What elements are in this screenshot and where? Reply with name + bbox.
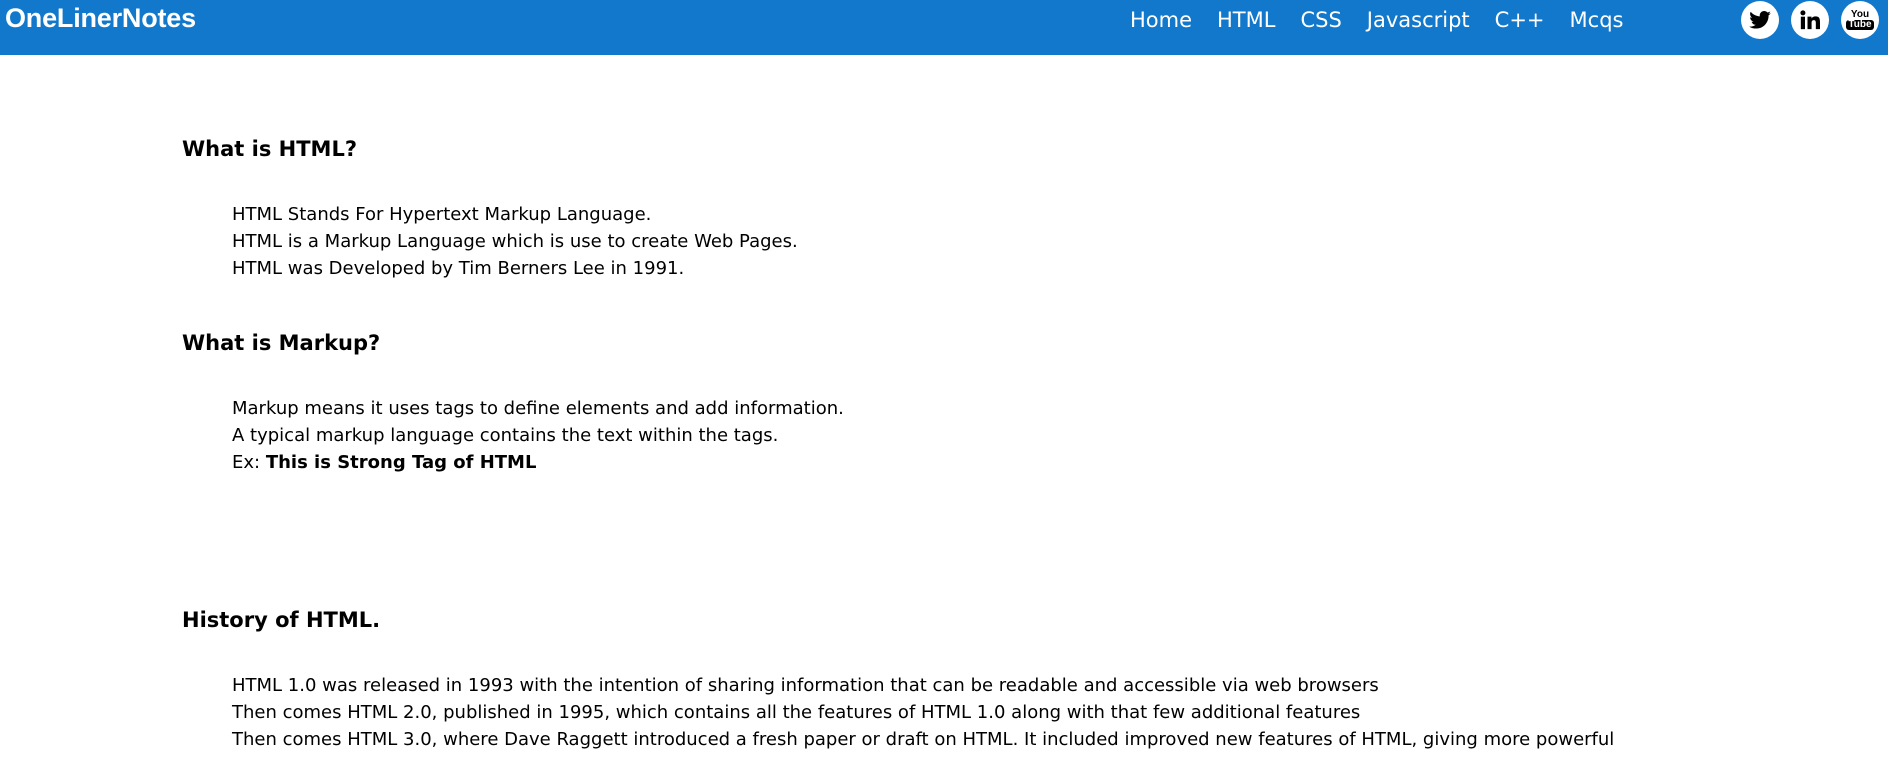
bullet-list: Markup means it uses tags to define elem… (232, 395, 1682, 476)
youtube-button[interactable]: You Tube (1841, 1, 1879, 39)
list-item: HTML is a Markup Language which is use t… (232, 231, 798, 252)
section-title: History of HTML. (182, 608, 381, 632)
list-item: A typical markup language contains the t… (232, 425, 779, 446)
section-what-is-markup: What is Markup? Markup means it uses tag… (182, 325, 1682, 476)
section-what-is-html: What is HTML? HTML Stands For Hypertext … (182, 131, 1682, 282)
list-item: HTML Stands For Hypertext Markup Languag… (232, 204, 652, 225)
list-item: HTML 1.0 was released in 1993 with the i… (232, 675, 1379, 696)
twitter-icon (1749, 11, 1771, 29)
nav-item-html[interactable]: HTML (1217, 0, 1275, 40)
section-history-of-html: History of HTML. HTML 1.0 was released i… (182, 602, 1682, 753)
bullet-list: HTML Stands For Hypertext Markup Languag… (232, 201, 1682, 282)
example-strong-text: This is Strong Tag of HTML (265, 452, 537, 473)
main-content: What is HTML? HTML Stands For Hypertext … (182, 131, 1682, 753)
linkedin-button[interactable] (1791, 1, 1829, 39)
youtube-icon-bottom: Tube (1846, 19, 1874, 30)
list-item: Then comes HTML 2.0, published in 1995, … (232, 702, 1361, 723)
section-title: What is Markup? (182, 331, 381, 355)
list-item: Then comes HTML 3.0, where Dave Raggett … (232, 729, 1615, 750)
twitter-button[interactable] (1741, 1, 1779, 39)
main-nav: Home HTML CSS Javascript C++ Mcqs (1130, 0, 1648, 40)
top-navbar: OneLinerNotes Home HTML CSS Javascript C… (0, 0, 1888, 55)
nav-item-javascript[interactable]: Javascript (1367, 0, 1470, 40)
brand-logo-link[interactable]: OneLinerNotes (5, 1, 196, 35)
nav-item-css[interactable]: CSS (1300, 0, 1341, 40)
nav-item-cpp[interactable]: C++ (1495, 0, 1545, 40)
list-item: HTML was Developed by Tim Berners Lee in… (232, 258, 685, 279)
linkedin-icon (1800, 10, 1820, 30)
list-item: Markup means it uses tags to define elem… (232, 398, 844, 419)
list-item-example: Ex: This is Strong Tag of HTML (232, 449, 1682, 476)
example-prefix: Ex: (232, 452, 266, 473)
section-title: What is HTML? (182, 137, 358, 161)
nav-item-mcqs[interactable]: Mcqs (1570, 0, 1624, 40)
nav-item-home[interactable]: Home (1130, 0, 1192, 40)
social-links: You Tube (1741, 1, 1888, 39)
youtube-icon: You Tube (1846, 10, 1874, 30)
bullet-list: HTML 1.0 was released in 1993 with the i… (232, 672, 1682, 753)
